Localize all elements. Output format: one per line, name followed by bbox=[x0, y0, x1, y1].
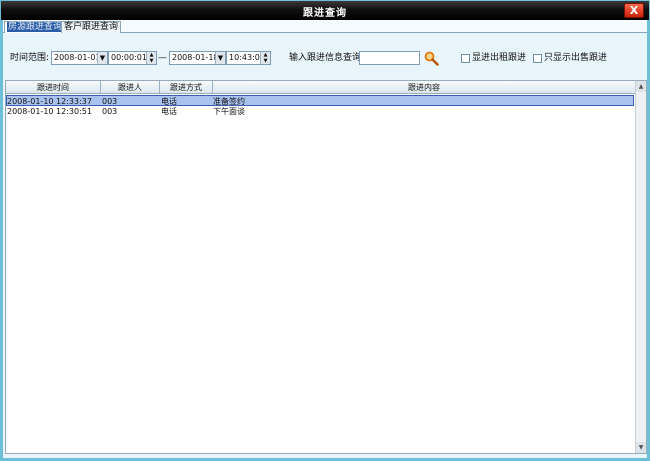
followup-table: 跟进时间 跟进人 跟进方式 跟进内容 2008-01-10 12:33:37 0… bbox=[5, 80, 647, 454]
tab-label: 客户跟进查询 bbox=[64, 22, 119, 32]
only-rent-checkbox[interactable] bbox=[461, 54, 470, 63]
spinner-arrows-icon[interactable]: ▲ ▼ bbox=[260, 52, 270, 64]
table-row[interactable]: 2008-01-10 12:33:37 003 电话 准备签约 bbox=[6, 95, 634, 106]
column-header-person[interactable]: 跟进人 bbox=[101, 81, 160, 94]
end-date-picker[interactable]: 2008-01-18 ▼ bbox=[169, 51, 226, 65]
cell-person: 003 bbox=[102, 107, 118, 116]
start-time-value: 00:00:01 bbox=[111, 53, 147, 62]
search-label: 输入跟进信息查询 bbox=[289, 53, 362, 63]
start-time-spinner[interactable]: 00:00:01 ▲ ▼ bbox=[108, 51, 157, 65]
window-title: 跟进查询 bbox=[303, 8, 347, 19]
client-area: 房源跟进查询 客户跟进查询 时间范围: 2008-01-01 ▼ 00:00:0… bbox=[3, 20, 647, 458]
start-date-value: 2008-01-01 bbox=[54, 53, 101, 62]
table-header: 跟进时间 跟进人 跟进方式 跟进内容 bbox=[6, 81, 636, 94]
title-bar[interactable]: 跟进查询 X bbox=[1, 1, 649, 20]
close-button[interactable]: X bbox=[624, 3, 644, 18]
followup-search-input[interactable] bbox=[359, 51, 420, 65]
tab-customer-followup[interactable]: 客户跟进查询 bbox=[61, 21, 122, 33]
only-sale-label: 只显示出售跟进 bbox=[544, 53, 608, 63]
cell-method: 电话 bbox=[161, 107, 177, 116]
spinner-arrows-icon[interactable]: ▲ ▼ bbox=[146, 52, 156, 64]
chevron-down-icon[interactable]: ▼ bbox=[97, 52, 107, 64]
time-range-label: 时间范围: bbox=[10, 53, 50, 63]
end-time-spinner[interactable]: 10:43:02 ▲ ▼ bbox=[226, 51, 271, 65]
close-icon: X bbox=[629, 4, 639, 17]
vertical-scrollbar[interactable]: ▲ ▼ bbox=[635, 81, 646, 453]
end-date-value: 2008-01-18 bbox=[172, 53, 219, 62]
table-row[interactable]: 2008-01-10 12:30:51 003 电话 下午面谈 bbox=[6, 106, 634, 117]
column-header-method[interactable]: 跟进方式 bbox=[160, 81, 213, 94]
start-date-picker[interactable]: 2008-01-01 ▼ bbox=[51, 51, 108, 65]
tab-strip: 房源跟进查询 客户跟进查询 bbox=[3, 20, 647, 34]
cell-time: 2008-01-10 12:30:51 bbox=[7, 107, 92, 116]
only-rent-label: 显进出租跟进 bbox=[472, 53, 527, 63]
only-sale-checkbox[interactable] bbox=[533, 54, 542, 63]
column-header-content[interactable]: 跟进内容 bbox=[213, 81, 636, 94]
range-separator: — bbox=[158, 53, 167, 63]
scroll-up-icon[interactable]: ▲ bbox=[636, 81, 646, 92]
column-header-time[interactable]: 跟进时间 bbox=[6, 81, 101, 94]
magnifier-icon[interactable] bbox=[424, 51, 439, 66]
chevron-down-icon[interactable]: ▼ bbox=[215, 52, 225, 64]
cell-content: 下午面谈 bbox=[213, 107, 245, 116]
query-panel: 时间范围: 2008-01-01 ▼ 00:00:01 ▲ ▼ — 2008-01… bbox=[3, 33, 647, 458]
scroll-down-icon[interactable]: ▼ bbox=[636, 442, 646, 453]
tab-label: 房源跟进查询 bbox=[7, 22, 64, 32]
app-window: 跟进查询 X 房源跟进查询 客户跟进查询 时间范围: 2008-01-01 ▼ … bbox=[0, 0, 650, 461]
